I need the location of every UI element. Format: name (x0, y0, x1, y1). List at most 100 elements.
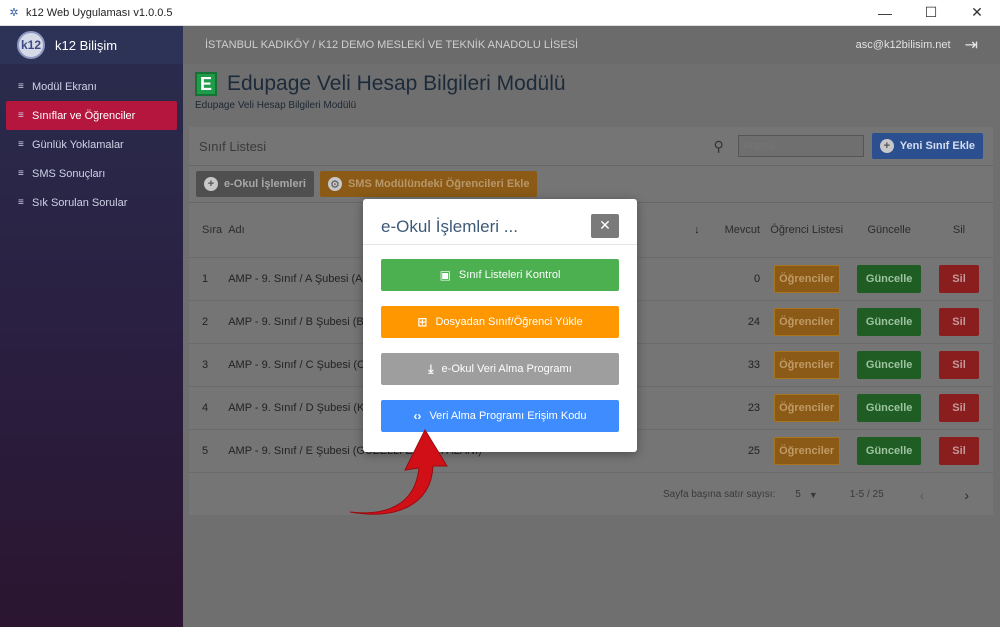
delete-button[interactable]: Sil (939, 265, 980, 293)
action-bar: + e-Okul İşlemleri ⚙ SMS Modülündeki Öğr… (189, 166, 993, 203)
new-class-button[interactable]: + Yeni Sınıf Ekle (871, 133, 983, 159)
cell-mevcut: 0 (753, 273, 761, 285)
students-button[interactable]: Öğrenciler (773, 394, 840, 422)
class-lists-check-button[interactable]: ▣ Sınıf Listeleri Kontrol (381, 259, 619, 291)
plus-icon: + (879, 139, 894, 153)
app-icon: ✲ (9, 7, 19, 19)
search-input[interactable] (737, 135, 864, 157)
gear-icon: ⚙ (327, 177, 342, 191)
header-ogrenci-listesi: Öğrenci Listesi (770, 224, 844, 236)
button-label: Dosyadan Sınıf/Öğrenci Yükle (435, 316, 583, 328)
update-button[interactable]: Güncelle (857, 265, 922, 293)
page-header: E Edupage Veli Hesap Bilgileri Modülü Ed… (183, 64, 1000, 126)
sidebar-item-siniflar[interactable]: ≡ Sınıflar ve Öğrenciler (6, 101, 177, 130)
code-icon: ‹› (413, 409, 422, 423)
sms-add-button[interactable]: ⚙ SMS Modülündeki Öğrencileri Ekle (319, 171, 538, 197)
page-subtitle: Edupage Veli Hesap Bilgileri Modülü (195, 100, 357, 111)
students-button[interactable]: Öğrenciler (773, 265, 840, 293)
cell-mevcut: 23 (747, 402, 761, 414)
button-label: e-Okul Veri Alma Programı (441, 363, 572, 375)
sidebar-item-yoklamalar[interactable]: ≡ Günlük Yoklamalar (6, 130, 177, 159)
update-button[interactable]: Güncelle (857, 437, 922, 465)
eokul-label: e-Okul İşlemleri (224, 178, 306, 190)
menu-icon: ≡ (18, 81, 24, 92)
menu-icon: ≡ (18, 168, 24, 179)
cell-mevcut: 24 (747, 316, 761, 328)
modal-close-button[interactable]: ✕ (591, 213, 619, 238)
update-button[interactable]: Güncelle (857, 394, 922, 422)
close-window-button[interactable]: ✕ (954, 0, 1000, 26)
button-label: Veri Alma Programı Erişim Kodu (429, 410, 587, 422)
sidebar-nav: ≡ Modül Ekranı ≡ Sınıflar ve Öğrenciler … (0, 72, 183, 217)
eokul-button[interactable]: + e-Okul İşlemleri (196, 171, 314, 197)
sidebar-item-modul-ekrani[interactable]: ≡ Modül Ekranı (6, 72, 177, 101)
sms-add-label: SMS Modülündeki Öğrencileri Ekle (347, 178, 530, 190)
next-page-icon[interactable]: › (964, 487, 969, 503)
edupage-logo-icon: E (195, 72, 217, 96)
delete-button[interactable]: Sil (939, 437, 980, 465)
header-sira[interactable]: Sıra (202, 224, 228, 236)
user-email: asc@k12bilisim.net (855, 39, 951, 51)
sidebar-item-sss[interactable]: ≡ Sık Sorulan Sorular (6, 188, 177, 217)
cell-mevcut: 25 (747, 445, 761, 457)
cell-sira: 1 (202, 273, 209, 285)
students-button[interactable]: Öğrenciler (773, 437, 840, 465)
update-button[interactable]: Güncelle (857, 351, 922, 379)
modal-title: e-Okul İşlemleri ... (381, 216, 518, 236)
sidebar-item-label: Modül Ekranı (32, 80, 97, 93)
students-button[interactable]: Öğrenciler (773, 351, 840, 379)
header-guncelle: Güncelle (867, 224, 911, 236)
sidebar: k12 k12 Bilişim ≡ Modül Ekranı ≡ Sınıfla… (0, 26, 183, 627)
search-icon: ⚲ (713, 137, 724, 154)
update-button[interactable]: Güncelle (857, 308, 922, 336)
window-title: k12 Web Uygulaması v1.0.0.5 (26, 6, 173, 19)
modal-header: e-Okul İşlemleri ... ✕ (363, 199, 637, 245)
rows-per-page-select[interactable]: 5 (795, 489, 801, 500)
delete-button[interactable]: Sil (939, 308, 980, 336)
modal-body: ▣ Sınıf Listeleri Kontrol ⊞ Dosyadan Sın… (363, 245, 637, 432)
eokul-program-button[interactable]: ⤓ e-Okul Veri Alma Programı (381, 353, 619, 385)
delete-button[interactable]: Sil (939, 394, 980, 422)
brand-name: k12 Bilişim (55, 37, 118, 53)
file-plus-icon: ⊞ (417, 315, 428, 329)
brand-logo-icon: k12 (17, 31, 45, 59)
header-sil: Sil (952, 224, 966, 236)
header-mevcut[interactable]: Mevcut (713, 224, 760, 236)
students-button[interactable]: Öğrenciler (773, 308, 840, 336)
prev-page-icon[interactable]: ‹ (920, 487, 925, 503)
file-check-icon: ▣ (439, 268, 451, 282)
new-class-label: Yeni Sınıf Ekle (899, 140, 975, 152)
sidebar-item-label: Sık Sorulan Sorular (32, 196, 128, 209)
school-name: İSTANBUL KADIKÖY / K12 DEMO MESLEKİ VE T… (205, 39, 579, 51)
brand: k12 k12 Bilişim (0, 26, 183, 64)
red-arrow-annotation (349, 428, 448, 515)
upload-from-file-button[interactable]: ⊞ Dosyadan Sınıf/Öğrenci Yükle (381, 306, 619, 338)
sidebar-item-sms-sonuclari[interactable]: ≡ SMS Sonuçları (6, 159, 177, 188)
cell-sira: 3 (202, 359, 209, 371)
menu-icon: ≡ (18, 110, 24, 121)
download-icon: ⤓ (428, 361, 434, 376)
maximize-button[interactable]: ☐ (908, 0, 954, 26)
logout-icon[interactable]: ⇥ (965, 35, 978, 55)
button-label: Sınıf Listeleri Kontrol (458, 269, 561, 281)
card-header: Sınıf Listesi ⚲ + Yeni Sınıf Ekle (189, 127, 993, 166)
sidebar-item-label: Sınıflar ve Öğrenciler (32, 109, 136, 122)
cell-mevcut: 33 (747, 359, 761, 371)
delete-button[interactable]: Sil (939, 351, 980, 379)
eokul-modal: e-Okul İşlemleri ... ✕ ▣ Sınıf Listeleri… (363, 199, 637, 452)
chevron-down-icon[interactable]: ▼ (809, 490, 818, 500)
menu-icon: ≡ (18, 139, 24, 150)
topbar: İSTANBUL KADIKÖY / K12 DEMO MESLEKİ VE T… (183, 26, 1000, 64)
cell-sira: 5 (202, 445, 209, 457)
page-range: 1-5 / 25 (849, 489, 884, 500)
sidebar-item-label: SMS Sonuçları (32, 167, 106, 180)
cell-sira: 2 (202, 316, 209, 328)
sort-arrow-icon[interactable]: ↓ (694, 224, 713, 236)
minimize-button[interactable]: — (862, 0, 908, 26)
pagination: Sayfa başına satır sayısı: 5 ▼ 1-5 / 25 … (189, 472, 993, 516)
rows-per-page-label: Sayfa başına satır sayısı: (662, 489, 776, 500)
window-titlebar: ✲ k12 Web Uygulaması v1.0.0.5 — ☐ ✕ (0, 0, 1000, 26)
menu-icon: ≡ (18, 197, 24, 208)
cell-sira: 4 (202, 402, 209, 414)
page-title: Edupage Veli Hesap Bilgileri Modülü (227, 72, 566, 95)
